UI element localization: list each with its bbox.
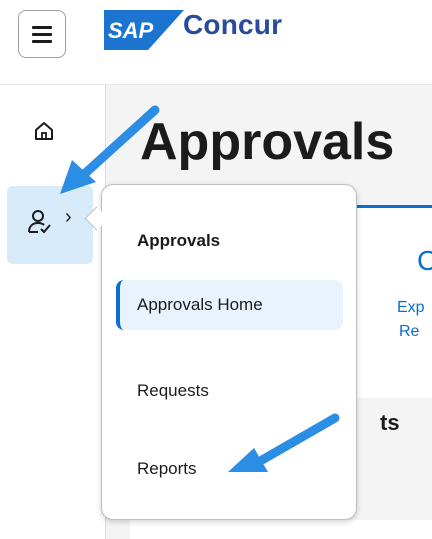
home-icon[interactable] xyxy=(33,120,55,142)
hamburger-bar xyxy=(32,40,52,43)
nav-item-approvals[interactable]: › xyxy=(7,186,93,264)
card-link-line2[interactable]: Re xyxy=(399,323,419,341)
menu-button[interactable] xyxy=(18,10,66,58)
hamburger-bar xyxy=(32,33,52,36)
page-title: Approvals xyxy=(140,113,395,171)
hamburger-menu-icon xyxy=(32,26,52,29)
menu-item-requests[interactable]: Requests xyxy=(116,366,343,416)
lower-panel xyxy=(130,520,432,539)
svg-text:SAP: SAP xyxy=(108,18,154,43)
card-count: C xyxy=(417,245,432,276)
left-nav-rail xyxy=(0,85,106,539)
menu-item-reports[interactable]: Reports xyxy=(116,444,343,494)
section-title: ts xyxy=(380,410,400,435)
brand-name: Concur xyxy=(183,9,283,40)
menu-item-approvals-home[interactable]: Approvals Home xyxy=(116,280,343,330)
card-link-line1[interactable]: Exp xyxy=(397,299,425,317)
chevron-right-icon: › xyxy=(65,206,72,228)
flyout-title: Approvals xyxy=(137,231,221,250)
sap-logo: SAP xyxy=(104,10,184,50)
user-check-icon xyxy=(28,210,51,234)
app-header: SAP Concur xyxy=(0,0,432,85)
